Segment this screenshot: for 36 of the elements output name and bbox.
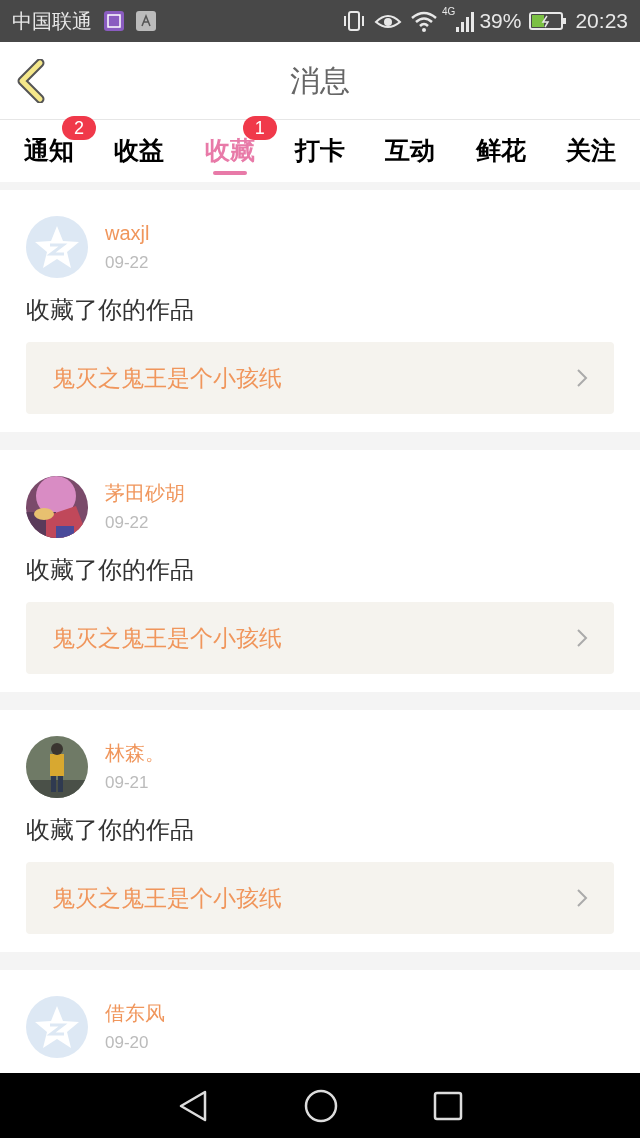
user-name: 茅田砂胡 [105, 481, 185, 507]
message-text: 收藏了你的作品 [26, 815, 195, 845]
signal-icon [455, 9, 476, 33]
keyboard-icon [136, 11, 156, 31]
home-nav-button[interactable] [304, 1088, 338, 1123]
date-text: 09-20 [105, 1032, 150, 1055]
chevron-right-icon [576, 628, 588, 648]
time-text: 20:23 [575, 8, 628, 35]
gallery-icon [104, 11, 124, 31]
tab[interactable]: 互动 [371, 120, 450, 182]
vibrate-icon [342, 9, 367, 33]
recents-nav-button[interactable] [432, 1090, 463, 1121]
battery-text: 39% [479, 8, 522, 35]
date-text: 09-22 [105, 512, 150, 535]
badge: 2 [62, 116, 96, 140]
date-text: 09-21 [105, 772, 150, 795]
chevron-right-icon [576, 368, 588, 388]
tab[interactable]: 关注 [551, 120, 630, 182]
default-avatar-icon [26, 996, 88, 1058]
tab[interactable]: 鲜花 [461, 120, 540, 182]
date-text: 09-22 [105, 252, 150, 275]
network-text: 4G [442, 5, 456, 19]
page-title: 消息 [290, 63, 350, 99]
selected-underline [212, 171, 247, 175]
battery-icon [529, 11, 568, 31]
carrier-text: 中国联通 [12, 8, 92, 35]
tab[interactable]: 收益 [100, 120, 179, 182]
user-name: 借东风 [105, 1001, 165, 1027]
default-avatar-icon [26, 216, 88, 278]
message-text: 收藏了你的作品 [26, 295, 195, 325]
user-name: waxjl [105, 221, 150, 247]
tab[interactable]: 打卡 [281, 120, 359, 182]
wifi-icon [410, 9, 439, 33]
message-text: 收藏了你的作品 [26, 555, 195, 585]
user-name: 林森。 [105, 741, 165, 767]
chevron-right-icon [576, 888, 588, 908]
